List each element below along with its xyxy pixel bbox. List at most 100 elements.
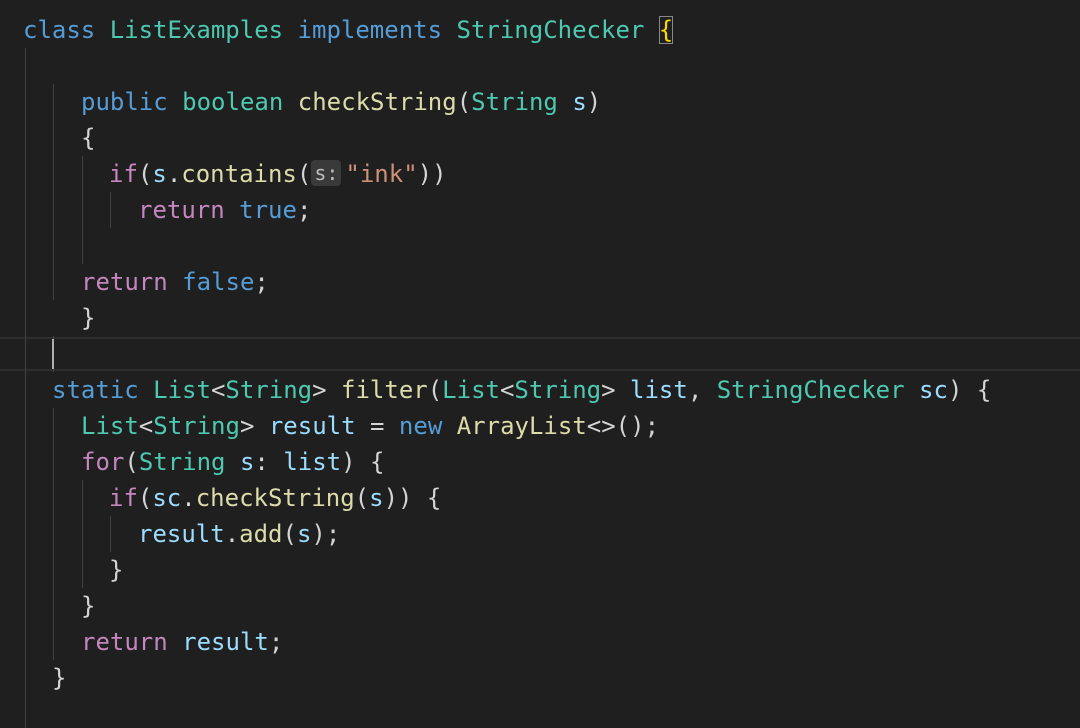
- code-line[interactable]: }: [0, 660, 1080, 696]
- code-token: (: [354, 484, 370, 512]
- code-token: list: [283, 448, 342, 476]
- code-line-content: return result;: [81, 624, 283, 660]
- code-token: String: [471, 88, 558, 116]
- code-line-content: List<String> result = new ArrayList<>();: [81, 408, 659, 444]
- code-token: }: [81, 304, 96, 332]
- code-line-content: if(sc.checkString(s)) {: [109, 480, 441, 516]
- matched-bracket: {: [658, 16, 674, 44]
- code-token: for: [81, 448, 125, 476]
- code-line-content: static List<String> filter(List<String> …: [52, 372, 991, 408]
- code-token: StringChecker: [716, 376, 905, 404]
- code-line[interactable]: [0, 336, 1080, 372]
- code-token: ;: [268, 628, 284, 656]
- code-token: true: [239, 196, 297, 224]
- code-line[interactable]: }: [0, 588, 1080, 624]
- code-token: List: [81, 412, 139, 440]
- code-token: )) {: [383, 484, 442, 512]
- code-token: implements: [297, 16, 443, 44]
- code-token: >: [601, 376, 631, 404]
- code-token: {: [81, 124, 96, 152]
- code-line[interactable]: for(String s: list) {: [0, 444, 1080, 480]
- code-editor[interactable]: class ListExamples implements StringChec…: [0, 0, 1080, 728]
- code-token: (: [124, 448, 139, 476]
- code-token: StringChecker: [456, 16, 645, 44]
- code-token: String: [153, 412, 240, 440]
- code-token: ) {: [947, 376, 992, 404]
- code-line[interactable]: [0, 48, 1080, 84]
- code-token: <: [210, 376, 226, 404]
- code-token: return: [138, 196, 225, 224]
- code-line[interactable]: if(s.contains(s: "ink")): [0, 156, 1080, 192]
- code-token: List: [442, 376, 500, 404]
- code-line[interactable]: return false;: [0, 264, 1080, 300]
- code-token: List: [153, 376, 211, 404]
- code-line[interactable]: class ListExamples implements StringChec…: [0, 12, 1080, 48]
- code-token: sc: [919, 376, 948, 404]
- code-line-content: }: [109, 552, 123, 588]
- code-token: )): [417, 160, 447, 188]
- code-line[interactable]: return true;: [0, 192, 1080, 228]
- code-token: >: [312, 376, 342, 404]
- code-token: .: [224, 520, 240, 548]
- code-token: new: [398, 412, 443, 440]
- code-line[interactable]: {: [0, 120, 1080, 156]
- code-token: s: [369, 484, 384, 512]
- code-token: ) {: [341, 448, 385, 476]
- code-line[interactable]: List<String> result = new ArrayList<>();: [0, 408, 1080, 444]
- code-line[interactable]: public boolean checkString(String s): [0, 84, 1080, 120]
- code-token: String: [225, 376, 313, 404]
- code-token: String: [138, 448, 226, 476]
- code-line[interactable]: if(sc.checkString(s)) {: [0, 480, 1080, 516]
- code-token: s: [572, 88, 587, 116]
- code-line[interactable]: [0, 696, 1080, 728]
- code-token: result: [268, 412, 356, 440]
- inlay-parameter-hint: s:: [311, 160, 342, 186]
- code-token: checkString: [297, 88, 457, 116]
- code-token: ListExamples: [109, 16, 284, 44]
- code-line[interactable]: return result;: [0, 624, 1080, 660]
- code-token: ;: [296, 196, 312, 224]
- code-token: result: [138, 520, 225, 548]
- code-token: class: [23, 16, 96, 44]
- code-line[interactable]: [0, 228, 1080, 264]
- code-line[interactable]: }: [0, 300, 1080, 336]
- code-token: }: [109, 556, 124, 584]
- code-token: filter: [341, 376, 428, 404]
- code-line[interactable]: result.add(s);: [0, 516, 1080, 552]
- code-token: s: [296, 520, 312, 548]
- code-token: checkString: [195, 484, 355, 512]
- code-token: <: [499, 376, 515, 404]
- code-line[interactable]: static List<String> filter(List<String> …: [0, 372, 1080, 408]
- code-token: .: [181, 484, 196, 512]
- code-token: ): [586, 88, 602, 116]
- code-token: <>();: [586, 412, 660, 440]
- code-line-content: }: [81, 588, 95, 624]
- code-token: return: [81, 268, 168, 296]
- code-token: if: [109, 160, 138, 188]
- code-token: list: [630, 376, 688, 404]
- code-token: .: [166, 160, 182, 188]
- code-token: =: [355, 412, 399, 440]
- code-token: static: [52, 376, 139, 404]
- code-line[interactable]: }: [0, 552, 1080, 588]
- code-token: (: [137, 160, 153, 188]
- code-token: (: [282, 520, 297, 548]
- code-token: (: [137, 484, 153, 512]
- code-token: <: [138, 412, 154, 440]
- code-token: "ink": [345, 160, 418, 188]
- code-token: s: [239, 448, 255, 476]
- code-token: );: [311, 520, 341, 548]
- code-token: }: [81, 592, 96, 620]
